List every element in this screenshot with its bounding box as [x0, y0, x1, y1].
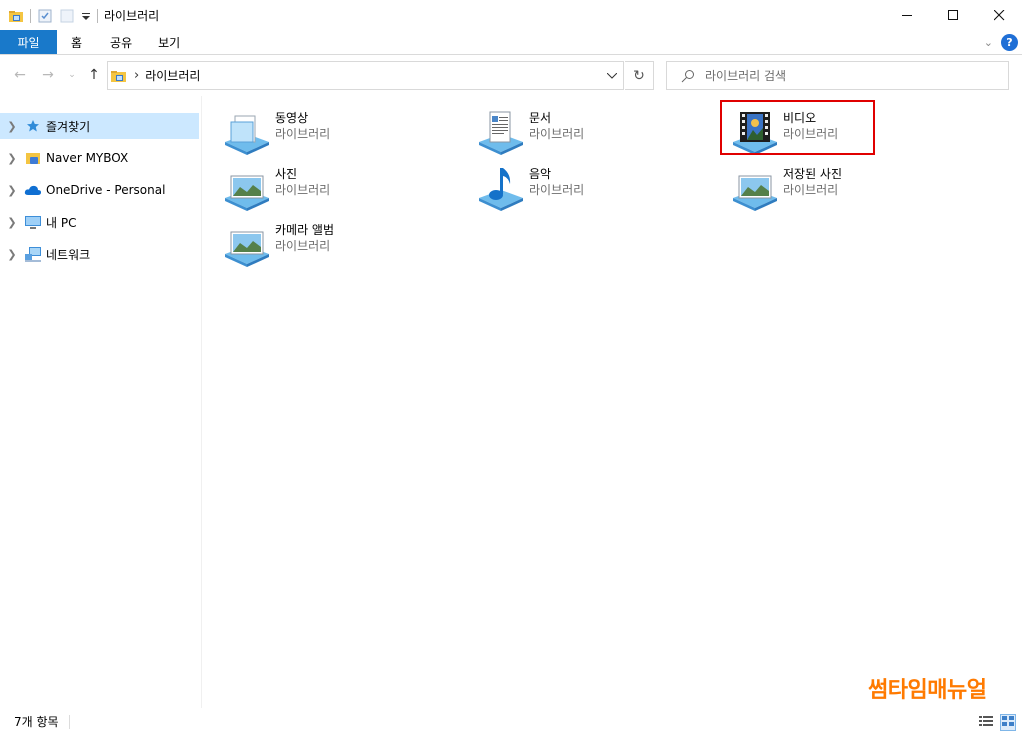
- window-title: 라이브러리: [104, 9, 160, 23]
- toolbar-divider: [30, 8, 31, 23]
- sidebar-item-this-pc[interactable]: ❯ 내 PC: [0, 209, 199, 235]
- close-icon: [993, 10, 1004, 21]
- close-button[interactable]: [976, 0, 1022, 31]
- search-icon: [681, 69, 694, 82]
- view-mode-buttons: [978, 714, 1016, 731]
- pictures-library-icon: [225, 175, 269, 211]
- back-arrow-icon[interactable]: ←: [12, 67, 28, 83]
- window-controls: [884, 0, 1022, 31]
- library-item-camera-roll[interactable]: 카메라 앨범 라이브러리: [223, 220, 443, 272]
- properties-icon[interactable]: [37, 8, 53, 24]
- details-view-icon[interactable]: [978, 714, 994, 731]
- sidebar-item-label: 내 PC: [46, 215, 77, 230]
- library-type: 라이브러리: [529, 127, 585, 141]
- customize-toolbar-dropdown-icon[interactable]: [81, 8, 91, 24]
- library-type: 라이브러리: [529, 183, 585, 197]
- large-icons-view-icon[interactable]: [1000, 714, 1016, 731]
- sidebar-item-naver-mybox[interactable]: ❯ Naver MYBOX: [0, 145, 199, 171]
- tab-share[interactable]: 공유: [96, 30, 146, 54]
- navigation-pane: ❯ 즐겨찾기 ❯ Naver MYBOX ❯ OneDrive - Person…: [0, 96, 202, 708]
- tab-home[interactable]: 홈: [57, 30, 96, 54]
- chevron-down-icon: [607, 72, 617, 79]
- expand-chevron-icon[interactable]: ❯: [0, 152, 24, 165]
- library-item-videos[interactable]: 동영상 라이브러리: [223, 108, 443, 160]
- forward-arrow-icon[interactable]: →: [40, 67, 56, 83]
- address-bar[interactable]: › 라이브러리: [107, 61, 624, 90]
- sidebar-item-label: 즐겨찾기: [46, 119, 91, 134]
- onedrive-icon: [24, 182, 42, 198]
- documents-library-icon: [479, 111, 523, 155]
- search-box[interactable]: [666, 61, 1009, 90]
- tab-view[interactable]: 보기: [146, 30, 192, 54]
- help-button[interactable]: ?: [1001, 34, 1018, 51]
- breadcrumb-libraries[interactable]: 라이브러리: [145, 67, 200, 84]
- address-history-dropdown[interactable]: [600, 61, 624, 90]
- expand-chevron-icon[interactable]: ❯: [0, 216, 24, 229]
- pc-icon: [24, 214, 42, 230]
- saved-pictures-library-icon: [733, 175, 777, 211]
- camera-roll-library-icon: [225, 231, 269, 267]
- minimize-button[interactable]: [884, 0, 930, 31]
- library-folder-icon[interactable]: [8, 8, 24, 24]
- new-folder-icon[interactable]: [59, 8, 75, 24]
- toolbar-divider: [97, 8, 98, 23]
- expand-chevron-icon[interactable]: ❯: [0, 120, 24, 133]
- library-type: 라이브러리: [275, 183, 331, 197]
- mybox-icon: [24, 150, 42, 166]
- library-type: 라이브러리: [275, 239, 331, 253]
- library-item-music[interactable]: 음악 라이브러리: [477, 164, 697, 216]
- library-name: 사진: [275, 167, 298, 181]
- refresh-icon: ↻: [633, 67, 645, 84]
- library-folder-icon: [110, 68, 128, 84]
- sidebar-item-label: OneDrive - Personal: [46, 183, 166, 197]
- library-item-saved-pictures[interactable]: 저장된 사진 라이브러리: [731, 164, 951, 216]
- library-name: 카메라 앨범: [275, 223, 335, 237]
- network-icon: [24, 246, 42, 262]
- maximize-button[interactable]: [930, 0, 976, 31]
- library-name: 음악: [529, 167, 552, 181]
- library-item-documents[interactable]: 문서 라이브러리: [477, 108, 697, 160]
- library-name: 문서: [529, 111, 552, 125]
- navigation-bar: ← → ⌄ ↑ › 라이브러리 ↻: [0, 56, 1022, 96]
- item-count: 7개 항목: [14, 715, 59, 729]
- minimize-icon: [901, 15, 912, 16]
- watermark-logo: 썸타임매뉴얼: [868, 678, 987, 703]
- refresh-button[interactable]: ↻: [625, 61, 654, 90]
- library-item-pictures[interactable]: 사진 라이브러리: [223, 164, 443, 216]
- breadcrumb-separator-icon[interactable]: ›: [134, 68, 139, 83]
- expand-ribbon-chevron-icon[interactable]: ⌄: [984, 36, 993, 49]
- library-type: 라이브러리: [783, 183, 839, 197]
- quick-access-toolbar: [8, 8, 98, 24]
- sidebar-item-favorites[interactable]: ❯ 즐겨찾기: [0, 113, 199, 139]
- up-arrow-icon[interactable]: ↑: [86, 67, 102, 83]
- search-input[interactable]: [705, 68, 985, 83]
- star-icon: [24, 118, 42, 134]
- sidebar-item-label: 네트워크: [46, 247, 91, 262]
- expand-chevron-icon[interactable]: ❯: [0, 248, 24, 261]
- library-name: 저장된 사진: [783, 167, 843, 181]
- library-type: 라이브러리: [275, 127, 331, 141]
- maximize-icon: [947, 10, 958, 20]
- recent-locations-chevron-icon[interactable]: ⌄: [64, 67, 80, 83]
- status-divider: [68, 714, 70, 729]
- status-bar: 7개 항목: [0, 708, 1022, 735]
- sidebar-item-label: Naver MYBOX: [46, 151, 129, 165]
- ribbon-right-controls: ⌄ ?: [984, 34, 1018, 51]
- ribbon-tab-bar: 파일 홈 공유 보기 ⌄ ?: [0, 30, 1022, 55]
- library-list: 동영상 라이브러리 문서 라이브러리 비디오 라이브러리 사진 라이브러리 음악…: [203, 96, 1022, 708]
- tab-file[interactable]: 파일: [0, 30, 57, 54]
- videos-library-icon: [225, 115, 269, 155]
- highlight-box: [720, 100, 875, 155]
- expand-chevron-icon[interactable]: ❯: [0, 184, 24, 197]
- sidebar-item-onedrive[interactable]: ❯ OneDrive - Personal: [0, 177, 199, 203]
- title-bar: 라이브러리: [0, 0, 1022, 31]
- sidebar-item-network[interactable]: ❯ 네트워크: [0, 241, 199, 267]
- library-name: 동영상: [275, 111, 309, 125]
- music-library-icon: [479, 168, 523, 211]
